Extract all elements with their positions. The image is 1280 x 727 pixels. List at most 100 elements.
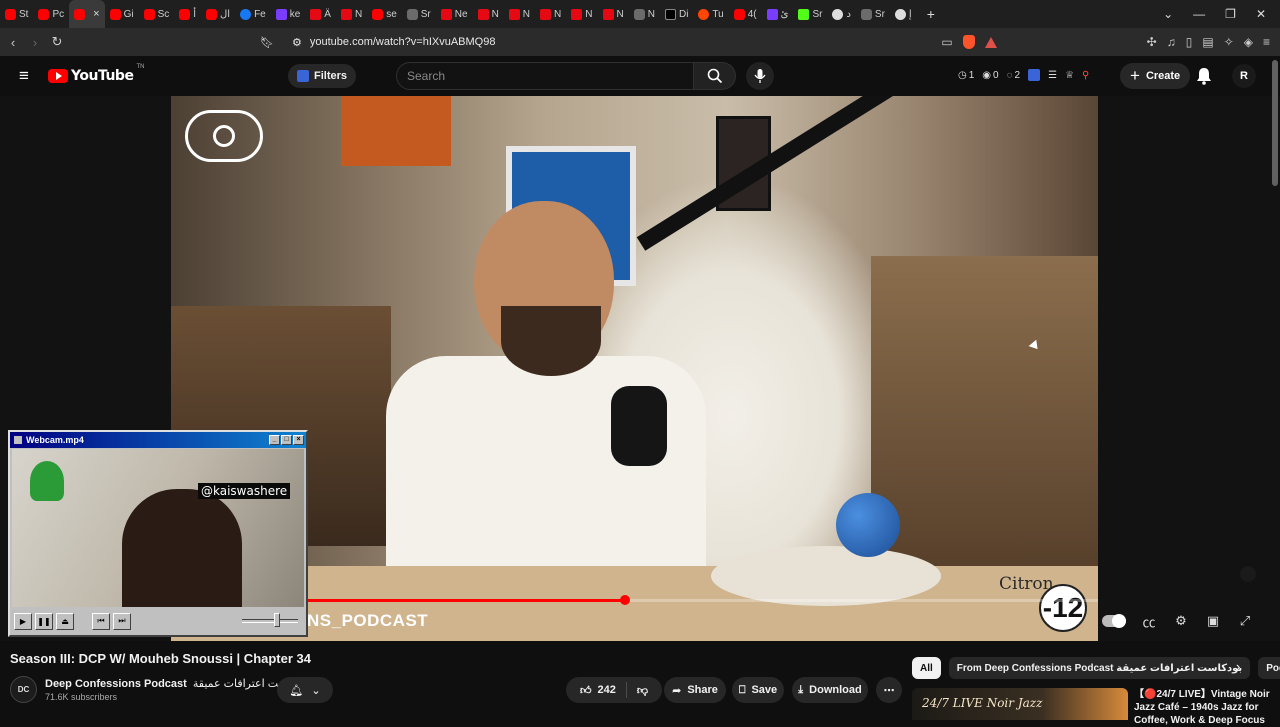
recommended-title[interactable]: 【🔴24/7 LIVE】Vintage Noir Jazz Café – 194… [1134,688,1274,727]
chip-from-channel[interactable]: From Deep Confessions Podcast بودكاست اع… [948,657,1251,679]
search-input[interactable] [396,62,694,90]
channel-avatar[interactable]: DC [10,676,37,703]
browser-tab[interactable]: Sr [402,0,436,28]
sidebar-icon[interactable]: ▯ [1186,35,1193,49]
chevron-down-icon[interactable]: ⌄ [1163,7,1173,21]
browser-tab[interactable]: Ä [305,0,336,28]
browser-tab[interactable]: ئ [762,0,794,28]
brave-rewards-icon[interactable] [984,37,997,48]
browser-tab[interactable]: Pc [33,0,69,28]
download-button[interactable]: ⤓ Download [792,677,868,703]
browser-tab[interactable]: N [566,0,597,28]
webcam-window[interactable]: Webcam.mp4 _ □ × @kaiswashere ▶ ❚❚ ⏏ ⏮ ⏭ [8,430,308,637]
minimize-icon[interactable]: _ [269,435,280,445]
browser-tab[interactable]: N [629,0,660,28]
voice-search-button[interactable] [746,62,774,90]
page-scrollbar[interactable] [1272,60,1278,186]
menu-icon[interactable]: ≡ [1263,35,1270,49]
media-icon[interactable]: ♫ [1167,35,1176,49]
site-info-icon[interactable]: ⚙︎ [292,36,302,49]
notifications-bell-icon[interactable] [1194,66,1214,86]
filters-button[interactable]: Filters [288,64,357,88]
floating-dot[interactable] [1240,566,1256,582]
new-tab-button[interactable]: + [917,6,945,22]
close-icon[interactable]: × [293,435,304,445]
volume-knob[interactable] [274,613,280,627]
browser-tab[interactable]: St [0,0,33,28]
more-actions-button[interactable]: ⋯ [876,677,902,703]
trophy-icon[interactable]: ♕ [1065,70,1074,81]
extensions-icon[interactable]: ✣ [1147,35,1157,49]
eject-icon[interactable]: ⏏ [56,612,74,630]
back-icon[interactable]: ‹ [4,35,22,50]
browser-tab[interactable]: أ [174,0,201,28]
recommended-thumbnail[interactable]: 24/7 LIVE Noir Jazz [912,688,1128,720]
url-field[interactable]: 🔖︎ ⚙︎ youtube.com/watch?v=hIXvuABMQ98 [256,31,941,53]
list-icon[interactable]: ☰ [1048,70,1057,81]
subscribed-button[interactable]: 🔔︎ ⌄ [277,677,333,703]
restore-icon[interactable]: ❐ [1225,7,1236,21]
brave-shield-icon[interactable] [962,35,975,49]
play-icon[interactable]: ▶ [14,612,32,630]
minimize-icon[interactable]: — [1193,7,1205,21]
browser-tab[interactable]: × [69,0,105,28]
next-icon[interactable]: ⏭ [113,612,131,630]
browser-tab[interactable]: N [336,0,367,28]
bookmark-icon[interactable]: 🔖︎ [260,36,274,49]
video-player[interactable]: Citron -12 NS_PODCAST [171,96,1098,641]
share-button[interactable]: ➦ Share [664,677,726,703]
channel-name[interactable]: Deep Confessions Podcast بودكاست اعترافا… [45,677,310,690]
youtube-logo[interactable]: YouTube TN [48,64,144,84]
fullscreen-icon[interactable]: ⤢ [1236,613,1254,629]
browser-tab[interactable]: Sc [139,0,175,28]
chip-all[interactable]: All [912,657,941,679]
dislike-button[interactable]: 👎︎ [633,684,648,697]
browser-tab[interactable]: Sr [856,0,890,28]
browser-tab[interactable]: Tu [693,0,728,28]
save-button[interactable]: ⎕ Save [732,677,784,703]
browser-tab[interactable]: Sr [793,0,827,28]
browser-tab[interactable]: N [504,0,535,28]
extension-q-icon[interactable] [1028,69,1041,81]
chip-podcasts[interactable]: Podcasts [1258,657,1280,679]
browser-tab[interactable]: Fe [235,0,271,28]
browser-tab[interactable]: ال [201,0,235,28]
wallet-icon[interactable]: ▤ [1202,35,1213,49]
browser-tab[interactable]: Di [660,0,693,28]
webcam-titlebar[interactable]: Webcam.mp4 _ □ × [10,432,306,448]
guide-menu-icon[interactable]: ≡ [0,66,48,86]
browser-tab[interactable]: Ne [436,0,473,28]
search-button[interactable] [694,62,736,90]
browser-tab[interactable]: 4( [729,0,762,28]
browser-tab[interactable]: se [367,0,402,28]
forward-icon[interactable]: › [26,35,44,50]
previous-icon[interactable]: ⏮ [92,612,110,630]
browser-tab[interactable]: N [598,0,629,28]
chevron-right-icon[interactable]: › [1236,659,1252,677]
browser-tab[interactable]: ke [271,0,306,28]
volume-slider[interactable] [242,613,298,627]
like-button[interactable]: 👍︎ 242 [580,682,627,698]
maximize-icon[interactable]: □ [281,435,292,445]
autoplay-toggle[interactable] [1102,614,1126,628]
account-avatar[interactable]: R [1232,64,1256,88]
pin-icon[interactable]: ⚲ [1082,70,1089,81]
pause-icon[interactable]: ❚❚ [35,612,53,630]
leo-icon[interactable]: ✧ [1224,35,1234,49]
miniplayer-icon[interactable]: ▣ [1204,613,1222,629]
create-button[interactable]: + Create [1120,63,1191,89]
settings-gear-icon[interactable]: ⚙ [1172,613,1190,629]
browser-tab[interactable]: N [473,0,504,28]
cast-icon[interactable]: ▭ [941,35,952,49]
close-tab-icon[interactable]: × [93,8,99,20]
captions-icon[interactable]: ㏄ [1140,613,1158,630]
extension-stats[interactable]: ◷ 1 ◉ 0 ◌ 2 ☰ ♕ ⚲ [958,69,1089,81]
close-window-icon[interactable]: ✕ [1256,7,1266,21]
browser-tab[interactable]: د [827,0,855,28]
vpn-icon[interactable]: ◈ [1244,35,1253,49]
browser-tab[interactable]: N [535,0,566,28]
progress-bar[interactable] [171,595,1098,605]
reload-icon[interactable]: ↻ [48,34,66,50]
browser-tab[interactable]: Gi [105,0,139,28]
browser-tab[interactable]: إ [890,0,917,28]
